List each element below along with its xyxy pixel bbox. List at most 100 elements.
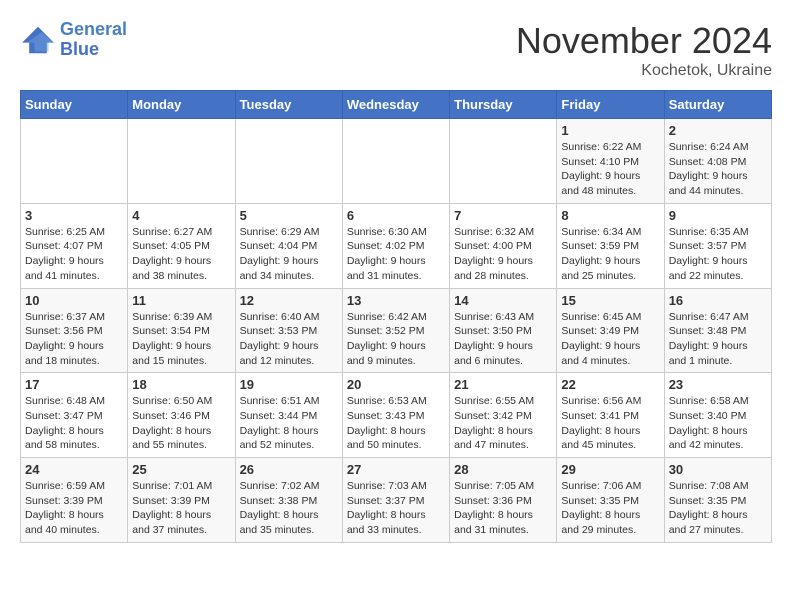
calendar-cell: 24 Sunrise: 6:59 AM Sunset: 3:39 PM Dayli…: [21, 458, 128, 543]
day-info: Sunrise: 6:40 AM Sunset: 3:53 PM Dayligh…: [240, 310, 338, 369]
logo-icon: [20, 25, 56, 55]
day-number: 9: [669, 208, 767, 223]
day-info: Sunrise: 6:30 AM Sunset: 4:02 PM Dayligh…: [347, 225, 445, 284]
day-number: 28: [454, 462, 552, 477]
day-number: 23: [669, 377, 767, 392]
header-cell-thursday: Thursday: [450, 91, 557, 119]
day-info: Sunrise: 6:45 AM Sunset: 3:49 PM Dayligh…: [561, 310, 659, 369]
calendar-cell: 27 Sunrise: 7:03 AM Sunset: 3:37 PM Dayli…: [342, 458, 449, 543]
calendar-cell: 22Sunrise: 6:56 AM Sunset: 3:41 PM Dayli…: [557, 373, 664, 458]
day-number: 8: [561, 208, 659, 223]
day-info: Sunrise: 6:32 AM Sunset: 4:00 PM Dayligh…: [454, 225, 552, 284]
day-number: 1: [561, 123, 659, 138]
calendar-cell: [342, 119, 449, 204]
calendar-cell: 26 Sunrise: 7:02 AM Sunset: 3:38 PM Dayli…: [235, 458, 342, 543]
day-info: Sunrise: 6:29 AM Sunset: 4:04 PM Dayligh…: [240, 225, 338, 284]
day-info: Sunrise: 6:50 AM Sunset: 3:46 PM Dayligh…: [132, 394, 230, 453]
day-number: 26: [240, 462, 338, 477]
header-cell-friday: Friday: [557, 91, 664, 119]
day-number: 27: [347, 462, 445, 477]
calendar-cell: 28 Sunrise: 7:05 AM Sunset: 3:36 PM Dayli…: [450, 458, 557, 543]
day-info: Sunrise: 6:59 AM Sunset: 3:39 PM Dayligh…: [25, 479, 123, 538]
calendar-cell: 16Sunrise: 6:47 AM Sunset: 3:48 PM Dayli…: [664, 288, 771, 373]
day-number: 18: [132, 377, 230, 392]
title-section: November 2024 Kochetok, Ukraine: [516, 20, 772, 80]
calendar-cell: 18 Sunrise: 6:50 AM Sunset: 3:46 PM Dayli…: [128, 373, 235, 458]
day-number: 19: [240, 377, 338, 392]
day-number: 20: [347, 377, 445, 392]
day-info: Sunrise: 6:48 AM Sunset: 3:47 PM Dayligh…: [25, 394, 123, 453]
day-info: Sunrise: 6:22 AM Sunset: 4:10 PM Dayligh…: [561, 140, 659, 199]
day-info: Sunrise: 6:58 AM Sunset: 3:40 PM Dayligh…: [669, 394, 767, 453]
calendar-cell: 29 Sunrise: 7:06 AM Sunset: 3:35 PM Dayli…: [557, 458, 664, 543]
day-number: 29: [561, 462, 659, 477]
day-number: 30: [669, 462, 767, 477]
calendar-subtitle: Kochetok, Ukraine: [516, 62, 772, 80]
day-number: 24: [25, 462, 123, 477]
calendar-cell: 2Sunrise: 6:24 AM Sunset: 4:08 PM Daylig…: [664, 119, 771, 204]
calendar-week-row: 10 Sunrise: 6:37 AM Sunset: 3:56 PM Dayli…: [21, 288, 772, 373]
day-info: Sunrise: 7:01 AM Sunset: 3:39 PM Dayligh…: [132, 479, 230, 538]
day-info: Sunrise: 6:51 AM Sunset: 3:44 PM Dayligh…: [240, 394, 338, 453]
day-info: Sunrise: 6:24 AM Sunset: 4:08 PM Dayligh…: [669, 140, 767, 199]
calendar-cell: 5Sunrise: 6:29 AM Sunset: 4:04 PM Daylig…: [235, 203, 342, 288]
day-info: Sunrise: 7:06 AM Sunset: 3:35 PM Dayligh…: [561, 479, 659, 538]
calendar-title: November 2024: [516, 20, 772, 62]
day-number: 14: [454, 293, 552, 308]
calendar-week-row: 24 Sunrise: 6:59 AM Sunset: 3:39 PM Dayli…: [21, 458, 772, 543]
day-number: 7: [454, 208, 552, 223]
day-info: Sunrise: 6:37 AM Sunset: 3:56 PM Dayligh…: [25, 310, 123, 369]
header-cell-tuesday: Tuesday: [235, 91, 342, 119]
calendar-cell: 12 Sunrise: 6:40 AM Sunset: 3:53 PM Dayli…: [235, 288, 342, 373]
day-info: Sunrise: 6:25 AM Sunset: 4:07 PM Dayligh…: [25, 225, 123, 284]
calendar-cell: 13Sunrise: 6:42 AM Sunset: 3:52 PM Dayli…: [342, 288, 449, 373]
day-info: Sunrise: 7:08 AM Sunset: 3:35 PM Dayligh…: [669, 479, 767, 538]
calendar-cell: 3 Sunrise: 6:25 AM Sunset: 4:07 PM Daylig…: [21, 203, 128, 288]
day-number: 6: [347, 208, 445, 223]
calendar-cell: 7 Sunrise: 6:32 AM Sunset: 4:00 PM Daylig…: [450, 203, 557, 288]
day-number: 25: [132, 462, 230, 477]
calendar-cell: 9 Sunrise: 6:35 AM Sunset: 3:57 PM Daylig…: [664, 203, 771, 288]
day-number: 12: [240, 293, 338, 308]
day-info: Sunrise: 7:05 AM Sunset: 3:36 PM Dayligh…: [454, 479, 552, 538]
calendar-cell: 6 Sunrise: 6:30 AM Sunset: 4:02 PM Daylig…: [342, 203, 449, 288]
day-number: 10: [25, 293, 123, 308]
day-number: 16: [669, 293, 767, 308]
header-cell-wednesday: Wednesday: [342, 91, 449, 119]
header: General Blue November 2024 Kochetok, Ukr…: [20, 20, 772, 80]
header-cell-monday: Monday: [128, 91, 235, 119]
logo-text: General Blue: [60, 20, 127, 60]
calendar-cell: 21 Sunrise: 6:55 AM Sunset: 3:42 PM Dayli…: [450, 373, 557, 458]
day-info: Sunrise: 6:55 AM Sunset: 3:42 PM Dayligh…: [454, 394, 552, 453]
calendar-week-row: 17 Sunrise: 6:48 AM Sunset: 3:47 PM Dayli…: [21, 373, 772, 458]
day-info: Sunrise: 6:53 AM Sunset: 3:43 PM Dayligh…: [347, 394, 445, 453]
day-info: Sunrise: 6:39 AM Sunset: 3:54 PM Dayligh…: [132, 310, 230, 369]
day-number: 17: [25, 377, 123, 392]
day-info: Sunrise: 6:27 AM Sunset: 4:05 PM Dayligh…: [132, 225, 230, 284]
calendar-cell: 11Sunrise: 6:39 AM Sunset: 3:54 PM Dayli…: [128, 288, 235, 373]
day-number: 3: [25, 208, 123, 223]
day-info: Sunrise: 6:35 AM Sunset: 3:57 PM Dayligh…: [669, 225, 767, 284]
calendar-cell: 20 Sunrise: 6:53 AM Sunset: 3:43 PM Dayli…: [342, 373, 449, 458]
calendar-cell: 17 Sunrise: 6:48 AM Sunset: 3:47 PM Dayli…: [21, 373, 128, 458]
day-info: Sunrise: 7:02 AM Sunset: 3:38 PM Dayligh…: [240, 479, 338, 538]
day-info: Sunrise: 6:34 AM Sunset: 3:59 PM Dayligh…: [561, 225, 659, 284]
calendar-cell: 19 Sunrise: 6:51 AM Sunset: 3:44 PM Dayli…: [235, 373, 342, 458]
day-info: Sunrise: 6:42 AM Sunset: 3:52 PM Dayligh…: [347, 310, 445, 369]
calendar-cell: 15Sunrise: 6:45 AM Sunset: 3:49 PM Dayli…: [557, 288, 664, 373]
day-number: 21: [454, 377, 552, 392]
calendar-table: SundayMondayTuesdayWednesdayThursdayFrid…: [20, 90, 772, 543]
calendar-cell: 4Sunrise: 6:27 AM Sunset: 4:05 PM Daylig…: [128, 203, 235, 288]
calendar-cell: 10 Sunrise: 6:37 AM Sunset: 3:56 PM Dayli…: [21, 288, 128, 373]
calendar-cell: 8 Sunrise: 6:34 AM Sunset: 3:59 PM Daylig…: [557, 203, 664, 288]
day-info: Sunrise: 7:03 AM Sunset: 3:37 PM Dayligh…: [347, 479, 445, 538]
header-cell-saturday: Saturday: [664, 91, 771, 119]
calendar-cell: [235, 119, 342, 204]
day-info: Sunrise: 6:43 AM Sunset: 3:50 PM Dayligh…: [454, 310, 552, 369]
calendar-cell: [128, 119, 235, 204]
header-cell-sunday: Sunday: [21, 91, 128, 119]
day-info: Sunrise: 6:56 AM Sunset: 3:41 PM Dayligh…: [561, 394, 659, 453]
logo: General Blue: [20, 20, 127, 60]
calendar-cell: 1 Sunrise: 6:22 AM Sunset: 4:10 PM Daylig…: [557, 119, 664, 204]
calendar-header-row: SundayMondayTuesdayWednesdayThursdayFrid…: [21, 91, 772, 119]
